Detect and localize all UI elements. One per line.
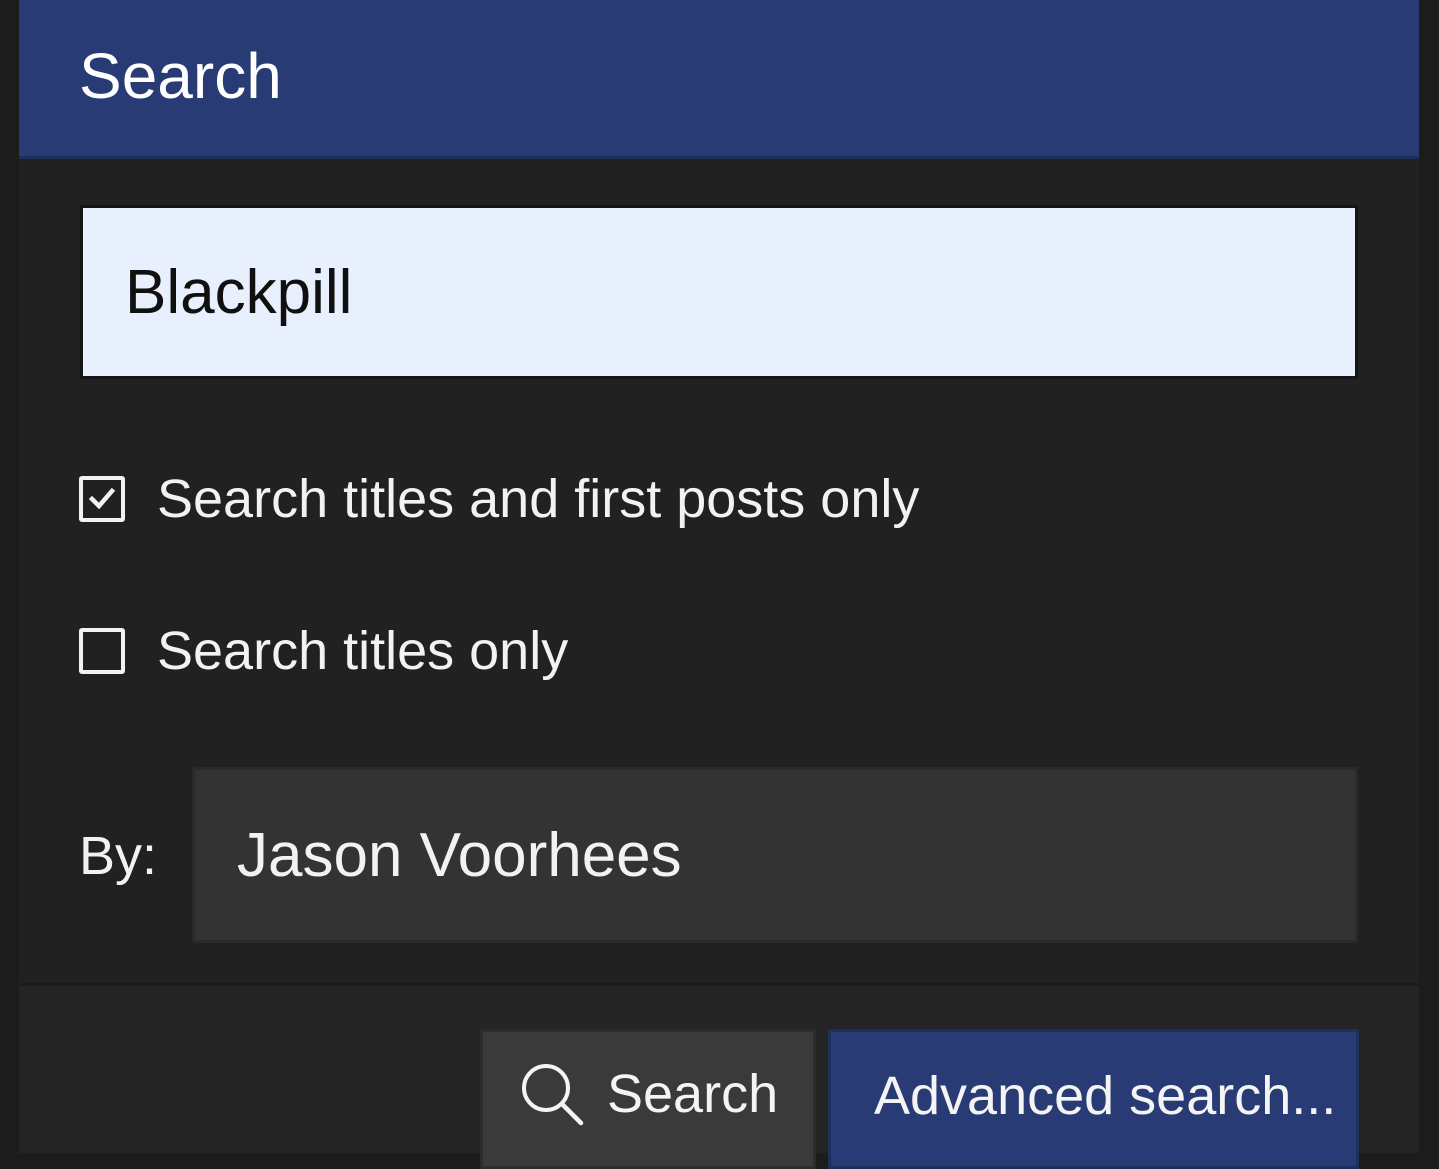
search-button-label: Search <box>607 1064 779 1124</box>
checkbox-checked[interactable] <box>79 476 125 522</box>
option-label: Search titles and first posts only <box>157 469 920 529</box>
advanced-search-label: Advanced search... <box>874 1066 1337 1126</box>
panel-header: Search <box>19 0 1419 159</box>
search-query-input[interactable] <box>80 205 1358 379</box>
panel-title: Search <box>79 40 282 112</box>
search-button[interactable]: Search <box>480 1029 816 1169</box>
option-label: Search titles only <box>157 621 569 681</box>
advanced-search-button[interactable]: Advanced search... <box>828 1029 1359 1169</box>
checkbox-unchecked[interactable] <box>79 628 125 674</box>
search-panel: Search Search titles and first posts onl… <box>19 0 1419 1169</box>
magnifier-icon <box>522 1064 584 1126</box>
option-titles-only[interactable]: Search titles only <box>79 621 568 681</box>
by-label: By: <box>79 826 158 886</box>
checkmark-icon <box>88 487 116 510</box>
option-titles-and-first-posts[interactable]: Search titles and first posts only <box>79 469 919 529</box>
author-input[interactable] <box>192 767 1358 943</box>
